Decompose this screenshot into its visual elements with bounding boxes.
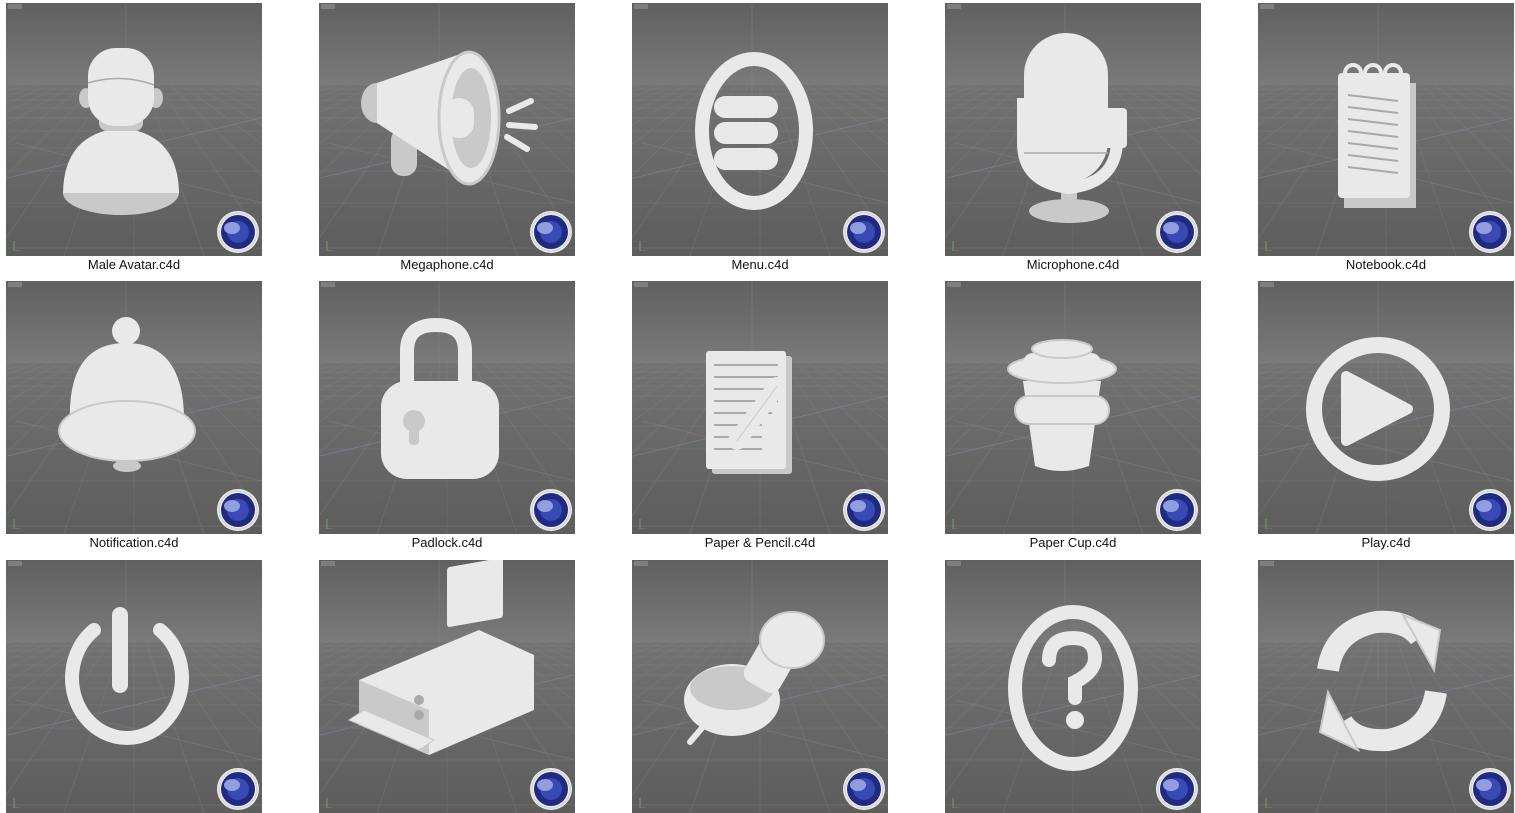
cinema4d-logo-icon <box>530 211 572 253</box>
cinema4d-logo-icon <box>843 489 885 531</box>
thumbnail-notebook[interactable] <box>1258 3 1514 256</box>
viewport-tag <box>947 282 961 287</box>
cinema4d-logo-icon <box>530 489 572 531</box>
file-name-label[interactable]: Paper Cup.c4d <box>945 535 1201 551</box>
thumbnail-refresh[interactable] <box>1258 560 1514 813</box>
axis-gizmo-icon <box>326 798 333 808</box>
file-name-label[interactable]: Play.c4d <box>1258 535 1514 551</box>
thumbnail-paper-cup[interactable] <box>945 281 1201 534</box>
axis-gizmo-icon <box>13 241 20 251</box>
viewport-tag <box>8 561 22 566</box>
thumbnail-power[interactable] <box>6 560 262 813</box>
viewport-tag <box>321 561 335 566</box>
cinema4d-logo-icon <box>1469 768 1511 810</box>
cinema4d-logo-icon <box>217 211 259 253</box>
thumbnail-microphone[interactable] <box>945 3 1201 256</box>
viewport-tag <box>947 4 961 9</box>
viewport-tag <box>1260 4 1274 9</box>
cinema4d-logo-icon <box>1156 211 1198 253</box>
cinema4d-logo-icon <box>1469 211 1511 253</box>
viewport-tag <box>8 282 22 287</box>
axis-gizmo-icon <box>952 241 959 251</box>
thumbnail-push-pin[interactable] <box>632 560 888 813</box>
cinema4d-logo-icon <box>217 768 259 810</box>
thumbnail-bell[interactable] <box>6 281 262 534</box>
thumbnail-menu[interactable] <box>632 3 888 256</box>
viewport-tag <box>321 4 335 9</box>
axis-gizmo-icon <box>952 798 959 808</box>
viewport-tag <box>321 282 335 287</box>
axis-gizmo-icon <box>639 798 646 808</box>
cinema4d-logo-icon <box>217 489 259 531</box>
thumbnail-question[interactable] <box>945 560 1201 813</box>
thumbnail-male-avatar[interactable] <box>6 3 262 256</box>
file-name-label[interactable]: Menu.c4d <box>632 257 888 273</box>
file-name-label[interactable]: Megaphone.c4d <box>319 257 575 273</box>
axis-gizmo-icon <box>639 241 646 251</box>
viewport-tag <box>1260 282 1274 287</box>
viewport-tag <box>634 282 648 287</box>
axis-gizmo-icon <box>13 519 20 529</box>
axis-gizmo-icon <box>1265 519 1272 529</box>
thumbnail-padlock[interactable] <box>319 281 575 534</box>
axis-gizmo-icon <box>1265 241 1272 251</box>
file-name-label[interactable]: Microphone.c4d <box>945 257 1201 273</box>
cinema4d-logo-icon <box>530 768 572 810</box>
viewport-tag <box>8 4 22 9</box>
axis-gizmo-icon <box>326 241 333 251</box>
axis-gizmo-icon <box>639 519 646 529</box>
viewport-tag <box>947 561 961 566</box>
cinema4d-logo-icon <box>843 768 885 810</box>
file-name-label[interactable]: Notification.c4d <box>6 535 262 551</box>
axis-gizmo-icon <box>1265 798 1272 808</box>
thumbnail-play[interactable] <box>1258 281 1514 534</box>
cinema4d-logo-icon <box>1469 489 1511 531</box>
cinema4d-logo-icon <box>843 211 885 253</box>
axis-gizmo-icon <box>13 798 20 808</box>
file-name-label[interactable]: Padlock.c4d <box>319 535 575 551</box>
axis-gizmo-icon <box>326 519 333 529</box>
thumbnail-megaphone[interactable] <box>319 3 575 256</box>
viewport-tag <box>634 4 648 9</box>
file-name-label[interactable]: Notebook.c4d <box>1258 257 1514 273</box>
viewport-tag <box>1260 561 1274 566</box>
file-name-label[interactable]: Paper & Pencil.c4d <box>632 535 888 551</box>
cinema4d-logo-icon <box>1156 489 1198 531</box>
axis-gizmo-icon <box>952 519 959 529</box>
file-name-label[interactable]: Male Avatar.c4d <box>6 257 262 273</box>
cinema4d-logo-icon <box>1156 768 1198 810</box>
viewport-tag <box>634 561 648 566</box>
thumbnail-printer[interactable] <box>319 560 575 813</box>
thumbnail-paper-pencil[interactable] <box>632 281 888 534</box>
